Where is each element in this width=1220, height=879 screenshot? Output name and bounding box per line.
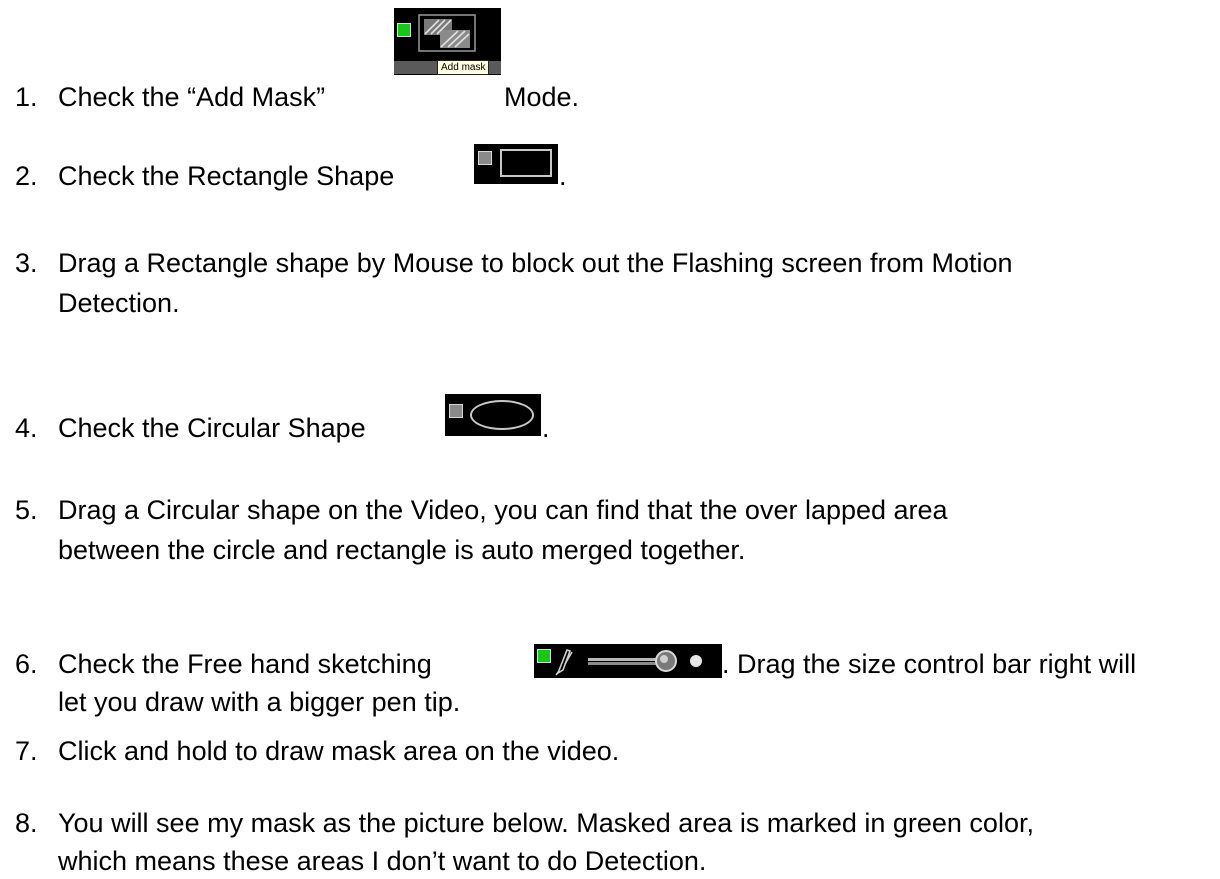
step-text: Check the Free hand sketching [58, 649, 432, 679]
step-text-suffix: Mode. [504, 82, 580, 112]
step-text-suffix: . [559, 161, 567, 191]
add-mask-tooltip: Add mask [437, 60, 490, 75]
step-text-continued: Detection. [58, 288, 180, 318]
step-number: 2. [15, 161, 38, 191]
circular-checkbox[interactable] [449, 404, 463, 418]
step-text-suffix: . Drag the size control bar right will [722, 649, 1137, 679]
step-text: Drag a Circular shape on the Video, you … [58, 495, 948, 525]
step-text: Drag a Rectangle shape by Mouse to block… [58, 248, 1013, 278]
step-number: 5. [15, 495, 38, 525]
circular-shape-icon [470, 400, 534, 430]
step-text-continued: which means these areas I don’t want to … [58, 846, 707, 876]
step-text: Click and hold to draw mask area on the … [58, 736, 620, 766]
step-number: 6. [15, 649, 38, 679]
rectangle-shape-icon [500, 149, 552, 177]
add-mask-checkbox[interactable] [397, 23, 411, 37]
step-text: You will see my mask as the picture belo… [58, 808, 1034, 838]
pen-icon [555, 649, 573, 676]
step-text: Check the “Add Mask” [58, 82, 326, 112]
step-text-continued: between the circle and rectangle is auto… [58, 535, 746, 565]
rectangle-checkbox[interactable] [478, 151, 492, 165]
freehand-sketch-control[interactable] [534, 644, 722, 678]
step-number: 7. [15, 736, 38, 766]
step-text-suffix: . [542, 413, 550, 443]
step-number: 1. [15, 82, 38, 112]
pen-size-slider [588, 650, 677, 672]
add-mask-toolbar-button[interactable]: Add mask [394, 8, 501, 75]
step-text: Check the Circular Shape [58, 413, 366, 443]
step-number: 3. [15, 248, 38, 278]
freehand-sketch-graphic [555, 649, 702, 676]
rectangle-shape-button[interactable] [474, 144, 558, 184]
add-mask-hatch-icon [418, 14, 476, 52]
circular-shape-button[interactable] [445, 394, 541, 436]
step-text-continued: let you draw with a bigger pen tip. [58, 687, 461, 717]
step-number: 8. [15, 808, 38, 838]
step-number: 4. [15, 413, 38, 443]
pen-tip-preview-dot [690, 655, 702, 667]
step-text: Check the Rectangle Shape [58, 161, 395, 191]
